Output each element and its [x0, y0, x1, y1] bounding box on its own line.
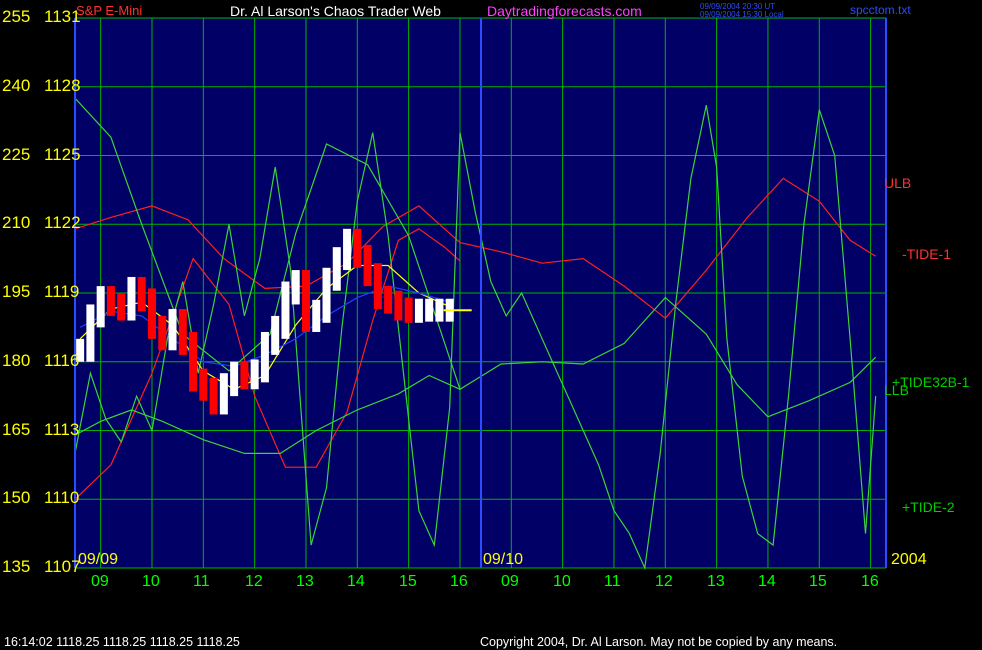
- y-tick-left-2: 225: [2, 145, 31, 164]
- price-bar-24: [322, 267, 331, 323]
- y-tick-price-5: 1116: [44, 351, 80, 370]
- series-label-3: LLB: [884, 382, 909, 398]
- price-bar-19: [271, 315, 280, 355]
- x-tick-label-7: 16: [450, 573, 468, 590]
- x-tick-label-6: 15: [399, 573, 417, 590]
- x-tick-label-15: 16: [861, 573, 879, 590]
- x-tick-label-2: 11: [193, 573, 210, 590]
- price-bar-12: [199, 368, 208, 401]
- x-tick-label-0: 09: [91, 573, 109, 590]
- x-tick-label-1: 10: [142, 573, 160, 590]
- site-link[interactable]: Daytradingforecasts.com: [487, 4, 642, 18]
- quote-readout: 16:14:02 1118.25 1118.25 1118.25 1118.25: [4, 635, 240, 649]
- y-tick-left-5: 180: [2, 351, 31, 370]
- y-tick-price-2: 1125: [44, 145, 81, 164]
- price-bar-28: [363, 244, 372, 287]
- y-tick-price-3: 1122: [44, 213, 81, 232]
- price-bar-3: [106, 286, 115, 316]
- price-bar-9: [168, 309, 177, 351]
- price-bar-18: [260, 331, 269, 383]
- x-tick-label-13: 14: [758, 573, 776, 590]
- price-bar-6: [137, 276, 146, 312]
- y-tick-left-7: 150: [2, 488, 31, 507]
- x-tick-label-5: 14: [347, 573, 365, 590]
- price-bar-34: [425, 298, 434, 322]
- data-filename: spcctom.txt: [850, 3, 911, 17]
- y-tick-price-4: 1119: [44, 282, 80, 301]
- price-bar-33: [414, 298, 423, 323]
- price-bar-11: [189, 331, 198, 392]
- price-bar-13: [209, 377, 218, 415]
- price-bar-23: [312, 299, 321, 332]
- x-tick-label-4: 13: [296, 573, 314, 590]
- date-label-day2: 09/10: [483, 551, 524, 568]
- price-bar-10: [178, 309, 187, 355]
- price-bar-14: [219, 373, 228, 415]
- price-bar-25: [332, 247, 341, 291]
- price-bar-30: [384, 286, 393, 314]
- price-bar-17: [250, 359, 259, 390]
- date-label-day1: 09/09: [78, 551, 119, 568]
- price-bar-16: [240, 361, 249, 390]
- x-tick-label-8: 09: [501, 573, 519, 590]
- y-tick-price-1: 1128: [44, 76, 81, 95]
- series-label-0: ULB: [884, 175, 912, 191]
- price-bar-2: [96, 286, 105, 328]
- y-tick-left-1: 240: [2, 76, 31, 95]
- price-bar-1: [86, 304, 95, 362]
- price-bar-8: [158, 315, 167, 351]
- price-bar-15: [230, 361, 239, 397]
- price-bar-21: [291, 270, 300, 305]
- x-tick-label-14: 15: [809, 573, 827, 590]
- timestamp-local: 09/09/2004 15:30 Local: [700, 10, 784, 19]
- y-tick-left-3: 210: [2, 213, 31, 232]
- x-tick-label-11: 12: [655, 573, 673, 590]
- x-tick-label-10: 11: [604, 573, 621, 590]
- y-tick-price-7: 1110: [44, 488, 80, 507]
- series-label-1: -TIDE-1: [902, 246, 951, 262]
- x-tick-label-9: 10: [553, 573, 571, 590]
- header-title: Dr. Al Larson's Chaos Trader Web: [230, 3, 441, 19]
- price-bar-27: [353, 228, 362, 268]
- y-tick-left-4: 195: [2, 282, 31, 301]
- price-bar-35: [435, 298, 444, 322]
- instrument-label: S&P E-Mini: [76, 3, 143, 18]
- series-label-4: +TIDE-2: [902, 499, 955, 515]
- price-bar-31: [394, 290, 403, 321]
- price-bar-20: [281, 281, 290, 339]
- y-tick-left-8: 135: [2, 557, 31, 576]
- y-tick-price-0: 1131: [44, 7, 81, 26]
- price-bar-26: [343, 228, 352, 271]
- x-tick-label-12: 13: [707, 573, 725, 590]
- price-bar-7: [147, 288, 156, 339]
- price-bar-29: [373, 263, 382, 310]
- year-label: 2004: [891, 551, 927, 568]
- copyright-notice: Copyright 2004, Dr. Al Larson. May not b…: [480, 635, 838, 649]
- x-tick-label-3: 12: [245, 573, 263, 590]
- y-tick-left-6: 165: [2, 420, 31, 439]
- y-tick-left-0: 255: [2, 7, 31, 26]
- price-bar-22: [301, 270, 310, 332]
- price-bar-32: [404, 297, 413, 323]
- y-tick-price-8: 1107: [44, 557, 81, 576]
- y-tick-price-6: 1113: [44, 420, 80, 439]
- price-bar-4: [117, 293, 126, 321]
- price-bar-5: [127, 276, 136, 321]
